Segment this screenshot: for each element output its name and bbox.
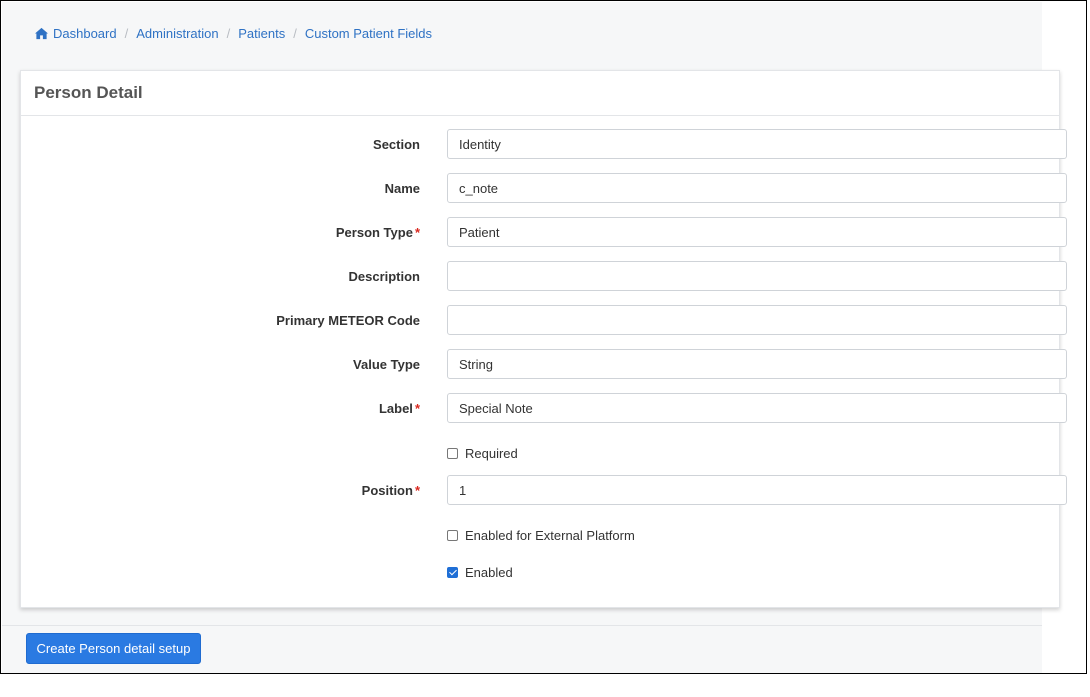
person-type-label-text: Person Type bbox=[335, 225, 413, 240]
position-field[interactable]: 1 bbox=[447, 475, 1067, 505]
value-type-field[interactable]: String bbox=[447, 349, 1067, 379]
required-marker: * bbox=[414, 483, 420, 498]
value-type-label: Value Type bbox=[353, 357, 420, 372]
breadcrumb-dashboard[interactable]: Dashboard bbox=[53, 26, 117, 41]
name-label: Name bbox=[384, 181, 420, 196]
person-type-label: Person Type * bbox=[336, 225, 420, 240]
app-frame: Dashboard / Administration / Patients / … bbox=[0, 0, 1087, 674]
required-checkbox-label: Required bbox=[465, 446, 518, 461]
section-label: Section bbox=[373, 137, 420, 152]
label-label-text: Label bbox=[378, 401, 413, 416]
breadcrumb-separator: / bbox=[226, 26, 231, 41]
person-detail-card: Person Detail Section Identity Name c_no… bbox=[20, 70, 1067, 608]
card-title: Person Detail bbox=[21, 71, 1059, 116]
required-marker: * bbox=[414, 401, 420, 416]
enabled-checkbox-row[interactable]: Enabled bbox=[447, 565, 513, 580]
description-label: Description bbox=[348, 269, 420, 284]
primary-meteor-code-field[interactable] bbox=[447, 305, 1067, 335]
breadcrumb: Dashboard / Administration / Patients / … bbox=[34, 26, 432, 41]
description-field[interactable] bbox=[447, 261, 1067, 291]
breadcrumb-separator: / bbox=[124, 26, 129, 41]
page-content: Dashboard / Administration / Patients / … bbox=[2, 2, 1067, 673]
enabled-checkbox[interactable] bbox=[447, 567, 458, 578]
required-marker: * bbox=[414, 225, 420, 240]
enabled-checkbox-label: Enabled bbox=[465, 565, 513, 580]
label-label: Label * bbox=[379, 401, 420, 416]
label-field[interactable]: Special Note bbox=[447, 393, 1067, 423]
section-field[interactable]: Identity bbox=[447, 129, 1067, 159]
required-checkbox-row[interactable]: Required bbox=[447, 446, 518, 461]
create-person-detail-setup-button[interactable]: Create Person detail setup bbox=[26, 633, 201, 664]
external-platform-checkbox[interactable] bbox=[447, 530, 458, 541]
external-platform-checkbox-row[interactable]: Enabled for External Platform bbox=[447, 528, 635, 543]
person-type-field[interactable]: Patient bbox=[447, 217, 1067, 247]
external-platform-checkbox-label: Enabled for External Platform bbox=[465, 528, 635, 543]
home-icon bbox=[35, 27, 48, 40]
primary-meteor-code-label: Primary METEOR Code bbox=[276, 313, 420, 328]
required-checkbox[interactable] bbox=[447, 448, 458, 459]
name-field[interactable]: c_note bbox=[447, 173, 1067, 203]
position-label: Position * bbox=[362, 483, 420, 498]
position-label-text: Position bbox=[361, 483, 413, 498]
breadcrumb-patients[interactable]: Patients bbox=[238, 26, 285, 41]
breadcrumb-administration[interactable]: Administration bbox=[136, 26, 218, 41]
breadcrumb-custom-patient-fields[interactable]: Custom Patient Fields bbox=[305, 26, 432, 41]
footer-divider bbox=[2, 625, 1042, 626]
breadcrumb-separator: / bbox=[293, 26, 297, 41]
